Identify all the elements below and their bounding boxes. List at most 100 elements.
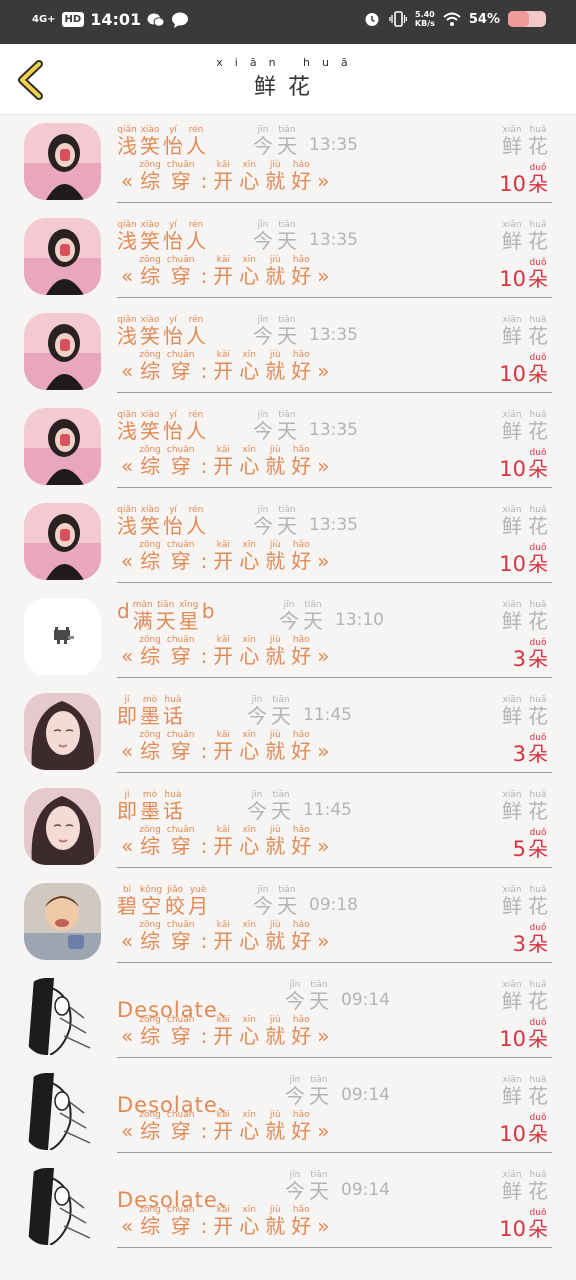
- timestamp: 11:45: [303, 800, 352, 820]
- unit-ruby: duǒ 朵: [528, 1113, 548, 1145]
- flower-label: xiān 鲜 huā 花: [502, 410, 548, 442]
- gift-ruby: chuān 穿: [167, 730, 195, 762]
- sender-name-ruby-char: 笑: [140, 134, 160, 158]
- avatar[interactable]: [24, 883, 101, 960]
- list-item[interactable]: qiǎn 浅 xiào 笑 yí 怡 rén 人 jīn 今 tiān 天 13:35 «zōng 综 chu…: [0, 210, 576, 305]
- sender-name-ruby-char: 怡: [163, 419, 183, 443]
- gift-quote-open: «: [121, 834, 134, 858]
- day-ruby-char: 今: [253, 229, 273, 253]
- gift-ruby-char: 好: [291, 359, 312, 383]
- flower-ruby: huā 花: [528, 600, 548, 632]
- sender-name: d mǎn 满 tiān 天 xīng 星 b: [117, 600, 214, 632]
- gift-quote-open: «: [121, 644, 134, 668]
- list-item[interactable]: jí 即 mò 墨 huà 话 jīn 今 tiān 天 11:45 «zōng 综 chuān 穿: kāi…: [0, 685, 576, 780]
- avatar[interactable]: [24, 598, 101, 675]
- day-label: jīn 今 tiān 天: [253, 885, 297, 917]
- flower-ruby-char: 花: [528, 419, 548, 443]
- day-ruby-char: 今: [279, 609, 299, 633]
- list-item-content: qiǎn 浅 xiào 笑 yí 怡 rén 人 jīn 今 tiān 天 13:35 «zōng 综 chu…: [117, 495, 552, 583]
- day-ruby-char: 天: [277, 419, 297, 443]
- list-item[interactable]: qiǎn 浅 xiào 笑 yí 怡 rén 人 jīn 今 tiān 天 13:35 «zōng 综 chu…: [0, 305, 576, 400]
- gift-ruby-char: 就: [265, 454, 286, 478]
- sender-name-ruby: rén 人: [186, 505, 206, 537]
- gift-ruby: xīn 心: [239, 635, 259, 667]
- hd-badge: HD: [61, 12, 85, 27]
- gift-ruby: hǎo 好: [291, 730, 311, 762]
- gift-ruby-char: 心: [239, 644, 260, 668]
- sender-name: qiǎn 浅 xiào 笑 yí 怡 rén 人: [117, 315, 206, 347]
- gift-ruby-char: :: [200, 1024, 208, 1048]
- avatar[interactable]: [24, 503, 101, 580]
- flower-ruby-char: 花: [528, 989, 548, 1013]
- count-number: 10: [499, 267, 526, 291]
- list-item-content: Desolate、 jīn 今 tiān 天 09:14 «zōng 综 chuān 穿: kāi 开…: [117, 1065, 552, 1153]
- list-item[interactable]: qiǎn 浅 xiào 笑 yí 怡 rén 人 jīn 今 tiān 天 13:35 «zōng 综 chu…: [0, 400, 576, 495]
- sender-name-ruby-char: 即: [117, 799, 137, 823]
- gift-ruby-char: :: [200, 834, 208, 858]
- gift-quote-close: »: [317, 454, 330, 478]
- avatar[interactable]: [24, 693, 101, 770]
- list-item-content: jí 即 mò 墨 huà 话 jīn 今 tiān 天 11:45 «zōng 综 chuān 穿: kāi…: [117, 780, 552, 868]
- unit-ruby-char: 朵: [528, 172, 548, 196]
- sender-name-ruby-char: b: [201, 599, 215, 623]
- gift-ruby: zōng 综: [139, 825, 161, 857]
- flower-ruby-char: 花: [528, 799, 548, 823]
- avatar[interactable]: [24, 788, 101, 865]
- sender-name-ruby: yí 怡: [163, 125, 183, 157]
- avatar[interactable]: [24, 218, 101, 295]
- avatar[interactable]: [24, 978, 101, 1055]
- gift-quote-close: »: [317, 929, 330, 953]
- list-item[interactable]: qiǎn 浅 xiào 笑 yí 怡 rén 人 jīn 今 tiān 天 13:35 «zōng 综 chu…: [0, 115, 576, 210]
- gift-ruby-char: 心: [239, 454, 260, 478]
- gift-title: «zōng 综 chuān 穿: kāi 开 xīn 心 jiù 就 hǎo 好 »: [121, 160, 329, 192]
- gift-ruby-char: 开: [213, 549, 234, 573]
- flower-ruby-char: 鲜: [502, 134, 522, 158]
- avatar[interactable]: [24, 123, 101, 200]
- avatar[interactable]: [24, 408, 101, 485]
- day-ruby: tiān 天: [277, 125, 297, 157]
- list-item[interactable]: Desolate、 jīn 今 tiān 天 09:14 «zōng 综 chuān 穿: kāi 开…: [0, 1065, 576, 1160]
- list-item[interactable]: Desolate、 jīn 今 tiān 天 09:14 «zōng 综 chuān 穿: kāi 开…: [0, 1160, 576, 1255]
- gift-ruby: :: [200, 1120, 207, 1142]
- battery-icon: [508, 11, 546, 27]
- flower-ruby-char: 花: [528, 514, 548, 538]
- flower-label: xiān 鲜 huā 花: [502, 885, 548, 917]
- flower-count: 10 duǒ 朵: [499, 1208, 548, 1240]
- list-item[interactable]: qiǎn 浅 xiào 笑 yí 怡 rén 人 jīn 今 tiān 天 13:35 «zōng 综 chu…: [0, 495, 576, 590]
- unit-ruby: duǒ 朵: [528, 258, 548, 290]
- day-ruby: jīn 今: [247, 790, 267, 822]
- day-ruby: jīn 今: [253, 410, 273, 442]
- flower-ruby-char: 鲜: [502, 1084, 522, 1108]
- unit-ruby: duǒ 朵: [528, 1208, 548, 1240]
- list-item[interactable]: jí 即 mò 墨 huà 话 jīn 今 tiān 天 11:45 «zōng 综 chuān 穿: kāi…: [0, 780, 576, 875]
- flower-label: xiān 鲜 huā 花: [502, 1170, 548, 1202]
- avatar[interactable]: [24, 1073, 101, 1150]
- sender-name-ruby-char: 笑: [140, 229, 160, 253]
- sender-name-ruby: qiǎn 浅: [117, 220, 137, 252]
- gift-ruby: xīn 心: [239, 540, 259, 572]
- gift-quote-close: »: [317, 549, 330, 573]
- avatar[interactable]: [24, 1168, 101, 1245]
- count-number: 10: [499, 1217, 526, 1241]
- gift-ruby: jiù 就: [265, 920, 285, 952]
- gift-ruby-char: 综: [140, 929, 161, 953]
- unit-ruby: duǒ 朵: [528, 448, 548, 480]
- day-ruby-char: 今: [285, 1179, 305, 1203]
- gift-quote-open: «: [121, 549, 134, 573]
- flower-ruby: xiān 鲜: [502, 125, 522, 157]
- sender-name-ruby: qiǎn 浅: [117, 125, 137, 157]
- flower-ruby: huā 花: [528, 1170, 548, 1202]
- gift-ruby-char: :: [200, 1214, 208, 1238]
- list-item[interactable]: Desolate、 jīn 今 tiān 天 09:14 «zōng 综 chuān 穿: kāi 开…: [0, 970, 576, 1065]
- day-ruby-char: 天: [271, 799, 291, 823]
- day-label: jīn 今 tiān 天: [279, 600, 323, 632]
- avatar[interactable]: [24, 313, 101, 390]
- day-ruby-char: 天: [277, 229, 297, 253]
- list-item[interactable]: d mǎn 满 tiān 天 xīng 星 b jīn 今 tiān 天 13:10 «zōng 综 chuā…: [0, 590, 576, 685]
- sender-name-ruby: xiào 笑: [140, 125, 160, 157]
- count-number: 10: [499, 552, 526, 576]
- list-item[interactable]: bì 碧 kōng 空 jiǎo 皎 yuè 月 jīn 今 tiān 天 09:18 «zōng 综 chu…: [0, 875, 576, 970]
- gift-ruby: zōng 综: [139, 635, 161, 667]
- flower-count: 3 duǒ 朵: [513, 733, 548, 765]
- gift-ruby-char: 穿: [170, 929, 191, 953]
